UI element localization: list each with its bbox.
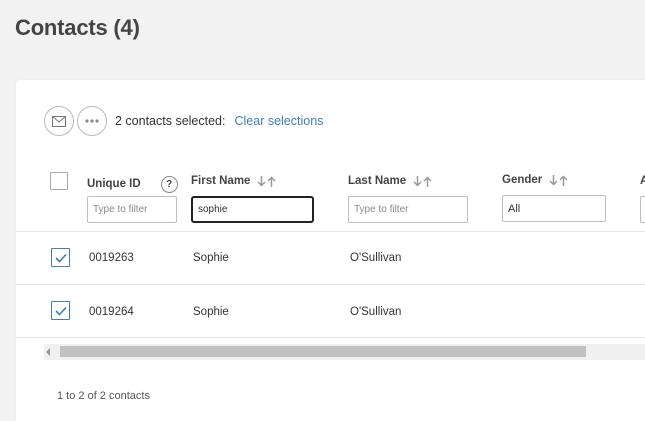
- sort-controls[interactable]: [413, 175, 432, 187]
- select-all-checkbox[interactable]: [50, 172, 68, 190]
- sort-desc-icon[interactable]: [257, 175, 266, 187]
- selection-count: 2 contacts selected:: [115, 114, 226, 128]
- unique-id-cell: 0019263: [89, 252, 134, 264]
- column-first-name: First Name: [191, 175, 276, 187]
- envelope-icon: [52, 115, 66, 127]
- unique-id-filter-input[interactable]: [87, 196, 177, 223]
- column-label: A: [640, 175, 645, 187]
- row-checkbox[interactable]: [51, 248, 70, 267]
- ellipsis-icon: [85, 119, 99, 123]
- last-name-cell: O'Sullivan: [350, 306, 402, 318]
- more-actions-button[interactable]: [77, 106, 107, 136]
- first-name-cell: Sophie: [193, 252, 229, 264]
- pagination-summary: 1 to 2 of 2 contacts: [57, 390, 150, 402]
- contacts-card: 2 contacts selected: Clear selections Un…: [16, 80, 645, 421]
- clear-selections-link[interactable]: Clear selections: [234, 114, 323, 128]
- unique-id-cell: 0019264: [89, 306, 134, 318]
- column-label: Last Name: [348, 175, 407, 187]
- checkmark-icon: [54, 306, 67, 316]
- scroll-left-icon[interactable]: [46, 348, 50, 356]
- last-name-cell: O'Sullivan: [350, 252, 402, 264]
- sort-asc-icon[interactable]: [559, 174, 568, 186]
- partial-filter-input[interactable]: [640, 196, 645, 223]
- row-checkbox[interactable]: [51, 301, 70, 320]
- sort-desc-icon[interactable]: [413, 175, 422, 187]
- column-partial: A: [640, 175, 645, 187]
- first-name-filter-input[interactable]: [191, 196, 314, 223]
- row-divider: [16, 231, 645, 232]
- sort-controls[interactable]: [257, 175, 276, 187]
- column-label: Unique ID: [87, 177, 141, 190]
- page-title: Contacts (4): [15, 15, 140, 40]
- row-divider: [16, 337, 645, 338]
- horizontal-scrollbar[interactable]: [44, 344, 645, 360]
- column-gender: Gender: [502, 174, 568, 186]
- column-unique-id: Unique ID ?: [87, 175, 178, 193]
- sort-desc-icon[interactable]: [549, 174, 558, 186]
- column-label: Gender: [502, 174, 543, 186]
- row-divider: [16, 284, 645, 285]
- sort-asc-icon[interactable]: [423, 175, 432, 187]
- checkmark-icon: [54, 253, 67, 263]
- bulk-actions-toolbar: 2 contacts selected: Clear selections: [44, 106, 323, 136]
- last-name-filter-input[interactable]: [348, 196, 468, 223]
- gender-filter-select[interactable]: [502, 195, 606, 222]
- column-label: First Name: [191, 175, 251, 187]
- first-name-cell: Sophie: [193, 306, 229, 318]
- email-button[interactable]: [44, 106, 74, 136]
- help-icon[interactable]: ?: [160, 176, 178, 193]
- column-last-name: Last Name: [348, 175, 432, 187]
- sort-asc-icon[interactable]: [267, 175, 276, 187]
- scrollbar-thumb[interactable]: [60, 346, 586, 357]
- sort-controls[interactable]: [549, 174, 568, 186]
